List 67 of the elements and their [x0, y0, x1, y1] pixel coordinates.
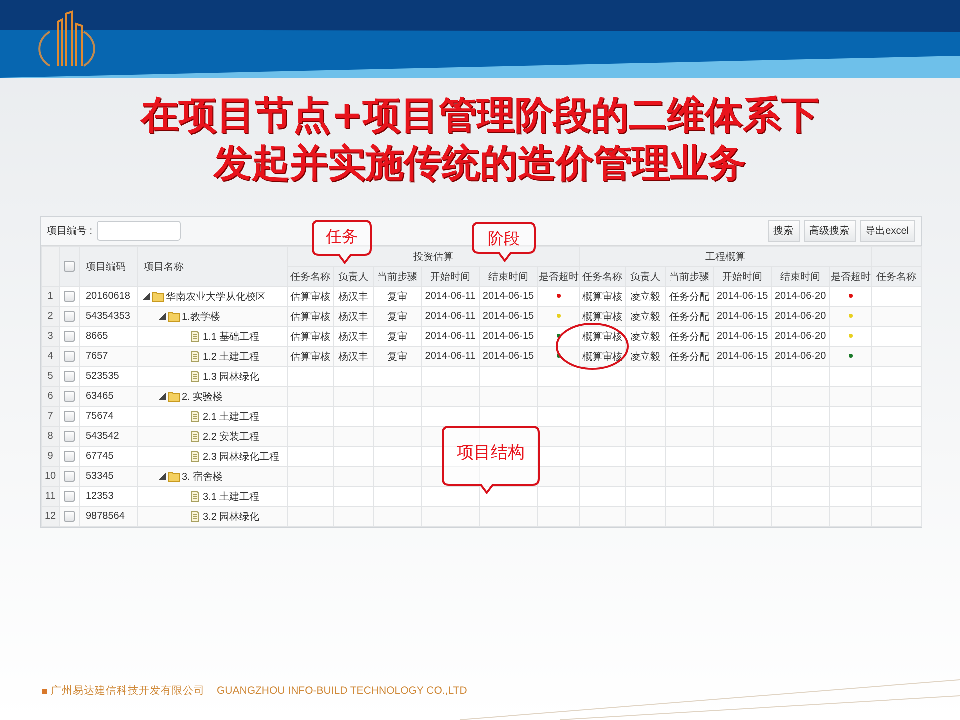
field-label: 项目编号 :	[47, 224, 93, 238]
row-number: 5	[42, 366, 60, 386]
group-header: 投资估算	[288, 246, 580, 266]
toolbar-button[interactable]: 高级搜索	[804, 220, 856, 242]
column-header: 开始时间	[714, 266, 772, 286]
table-cell: 凌立毅	[626, 306, 666, 326]
row-number: 8	[42, 426, 60, 446]
table-cell: 复审	[374, 306, 422, 326]
company-name: GUANGZHOU INFO-BUILD TECHNOLOGY CO.,LTD	[217, 685, 468, 697]
tree-label[interactable]: 1.教学楼	[182, 310, 220, 324]
column-header: 结束时间	[480, 266, 538, 286]
table-cell: 53345	[80, 466, 138, 486]
column-header: 负责人	[626, 266, 666, 286]
column-header: 结束时间	[772, 266, 830, 286]
row-number: 3	[42, 326, 60, 346]
column-header: 负责人	[334, 266, 374, 286]
table-cell: 2014-06-15	[480, 306, 538, 326]
table-cell: 63465	[80, 386, 138, 406]
row-number: 9	[42, 446, 60, 466]
column-header: 开始时间	[422, 266, 480, 286]
column-header: 任务名称	[872, 266, 922, 286]
callout-bubble: 阶段	[471, 221, 537, 263]
column-header: 项目编码	[80, 246, 138, 286]
table-cell: 杨汉丰	[334, 346, 374, 366]
column-header: 任务名称	[580, 266, 626, 286]
row-number: 12	[42, 506, 60, 526]
table-cell: 543542	[80, 426, 138, 446]
toolbar-button[interactable]: 搜索	[768, 220, 800, 242]
table-cell: 杨汉丰	[334, 306, 374, 326]
table-cell: 2014-06-11	[422, 306, 480, 326]
column-header: 项目名称	[138, 246, 288, 286]
column-header: 是否超时	[830, 266, 872, 286]
tree-label[interactable]: 2. 实验楼	[182, 390, 224, 404]
table-cell: 任务分配	[666, 346, 714, 366]
row-number: 1	[42, 286, 60, 306]
column-header: 是否超时	[538, 266, 580, 286]
table-cell: 2014-06-15	[480, 346, 538, 366]
slide-title: 发起并实施传统的造价管理业务	[214, 140, 746, 186]
row-number: 10	[42, 466, 60, 486]
callout-bubble: 项目结构	[441, 425, 541, 495]
table-cell: 2014-06-15	[714, 346, 772, 366]
table-cell: 估算审核	[288, 346, 334, 366]
table-cell: 2014-06-15	[714, 306, 772, 326]
group-header: 工程概算	[580, 246, 872, 266]
company-name: 广州易达建信科技开发有限公司	[51, 684, 205, 698]
row-number: 7	[42, 406, 60, 426]
callout-bubble: 任务	[311, 219, 373, 265]
table-cell: 任务分配	[666, 306, 714, 326]
row-number: 4	[42, 346, 60, 366]
table-cell: 估算审核	[288, 306, 334, 326]
column-header: 当前步骤	[666, 266, 714, 286]
row-number: 6	[42, 386, 60, 406]
table-cell: 7657	[80, 346, 138, 366]
table-cell: 54354353	[80, 306, 138, 326]
row-number: 2	[42, 306, 60, 326]
toolbar-button[interactable]: 导出excel	[860, 220, 915, 242]
tree-label[interactable]: 3. 宿舍楼	[182, 470, 224, 484]
table-cell: 9878564	[80, 506, 138, 526]
table-cell: 2014-06-20	[772, 306, 830, 326]
column-header: 当前步骤	[374, 266, 422, 286]
slide-title: 在项目节点+项目管理阶段的二维体系下	[141, 92, 819, 138]
table-cell: 凌立毅	[626, 346, 666, 366]
row-number: 11	[42, 486, 60, 506]
table-cell: 2014-06-11	[422, 346, 480, 366]
table-cell: 复审	[374, 346, 422, 366]
table-cell: 2014-06-20	[772, 346, 830, 366]
column-header: 任务名称	[288, 266, 334, 286]
